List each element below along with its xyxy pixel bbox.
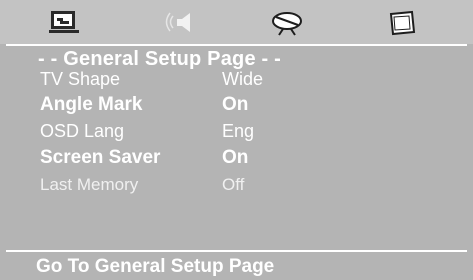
- general-setup-icon: [49, 11, 79, 33]
- page-title: - - General Setup Page - -: [38, 48, 282, 70]
- setting-value: On: [222, 147, 249, 168]
- setting-row-angle-mark[interactable]: Angle Mark On: [0, 94, 473, 120]
- setting-value: Eng: [222, 121, 255, 141]
- video-setup-icon: [272, 12, 302, 36]
- tab-audio-setup[interactable]: [160, 9, 194, 37]
- setting-row-last-memory[interactable]: Last Memory Off: [0, 175, 473, 201]
- setting-row-tv-shape[interactable]: TV Shape Wide: [0, 69, 473, 95]
- setting-value: On: [222, 94, 249, 115]
- divider-top: [6, 44, 467, 46]
- tab-general-setup[interactable]: [48, 9, 82, 37]
- preference-icon: [389, 10, 416, 36]
- setting-label: Angle Mark: [40, 94, 143, 115]
- tab-preference[interactable]: [385, 9, 419, 37]
- audio-setup-icon: [165, 12, 190, 32]
- setup-tab-bar: [0, 0, 473, 44]
- setting-row-osd-lang[interactable]: OSD Lang Eng: [0, 121, 473, 147]
- status-footer: Go To General Setup Page: [36, 256, 275, 277]
- setting-label: TV Shape: [40, 69, 121, 89]
- tab-video-setup[interactable]: [270, 9, 304, 37]
- setting-value: Off: [222, 175, 245, 194]
- setting-label: Last Memory: [40, 175, 139, 194]
- divider-bottom: [6, 250, 467, 252]
- setting-label: OSD Lang: [40, 121, 125, 141]
- setting-label: Screen Saver: [40, 147, 161, 168]
- osd-screen: - - General Setup Page - - TV Shape Wide…: [0, 0, 473, 280]
- setting-value: Wide: [222, 69, 264, 89]
- setting-row-screen-saver[interactable]: Screen Saver On: [0, 147, 473, 173]
